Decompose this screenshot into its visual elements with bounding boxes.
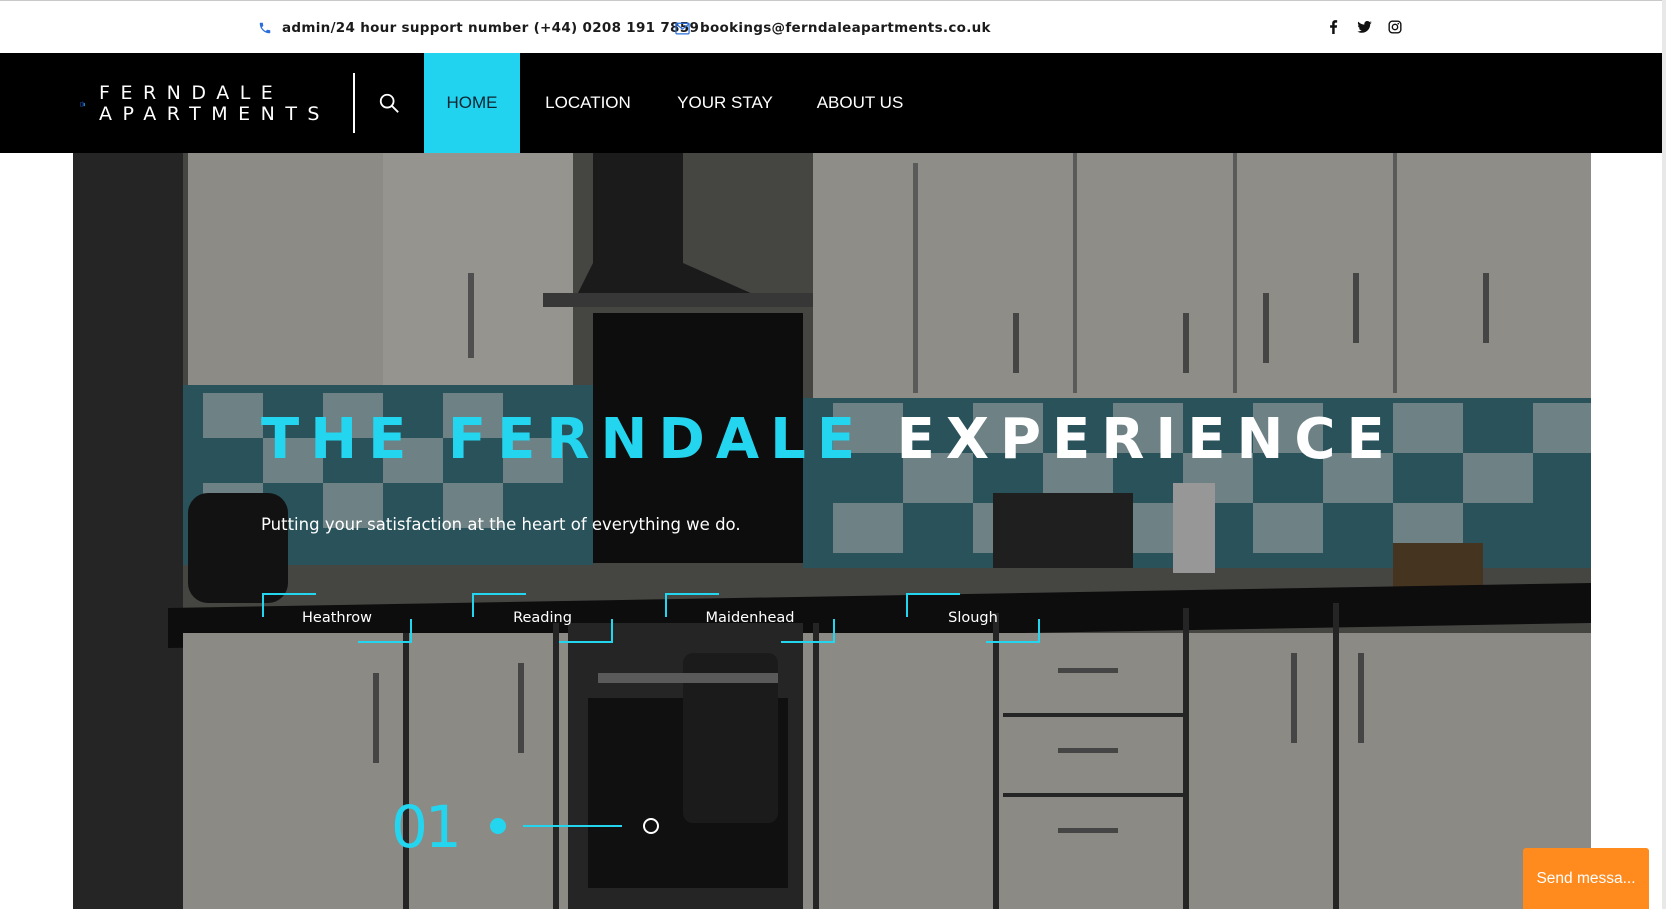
phone-text: admin/24 hour support number (+44) 0208 … [282, 20, 700, 36]
envelope-icon [675, 22, 690, 35]
nav-location[interactable]: LOCATION [538, 53, 638, 153]
slide-dot-active[interactable] [490, 818, 506, 834]
slide-number: 01 [391, 793, 462, 861]
top-contact-bar: admin/24 hour support number (+44) 0208 … [0, 0, 1666, 53]
logo[interactable]: FERNDALE APARTMENTS [80, 73, 330, 135]
twitter-icon[interactable] [1354, 17, 1374, 37]
location-button-reading[interactable]: Reading [472, 593, 613, 643]
nav-home[interactable]: HOME [424, 53, 520, 153]
facebook-icon[interactable] [1323, 17, 1343, 37]
email-contact[interactable]: bookings@ferndaleapartments.co.uk [675, 18, 991, 38]
slide-progress-line [523, 825, 622, 827]
instagram-icon[interactable] [1385, 17, 1405, 37]
nav-your-stay[interactable]: YOUR STAY [672, 53, 778, 153]
location-button-heathrow[interactable]: Heathrow [262, 593, 412, 643]
page-scrollbar[interactable] [1662, 0, 1666, 909]
location-button-maidenhead[interactable]: Maidenhead [665, 593, 835, 643]
hero-headline: THE FERNDALE EXPERIENCE [261, 405, 1396, 475]
phone-icon [258, 21, 272, 35]
phone-contact[interactable]: admin/24 hour support number (+44) 0208 … [258, 18, 699, 38]
search-icon[interactable] [374, 88, 404, 118]
logo-line-2: APARTMENTS [99, 103, 330, 125]
location-button-slough[interactable]: Slough [906, 593, 1040, 643]
headline-accent: THE FERNDALE [261, 407, 867, 472]
send-message-button[interactable]: Send messa... [1523, 848, 1649, 909]
nav-divider [353, 73, 355, 133]
hero-subheading: Putting your satisfaction at the heart o… [261, 515, 741, 534]
email-text: bookings@ferndaleapartments.co.uk [700, 20, 991, 36]
headline-rest: EXPERIENCE [896, 407, 1396, 472]
main-navbar: FERNDALE APARTMENTS HOME LOCATION YOUR S… [0, 53, 1662, 153]
logo-line-1: FERNDALE [99, 82, 284, 104]
nav-about-us[interactable]: ABOUT US [812, 53, 908, 153]
slide-dot-next[interactable] [643, 818, 659, 834]
logo-wordmark: FERNDALE APARTMENTS [99, 83, 330, 125]
hero-slider: THE FERNDALE EXPERIENCE Putting your sat… [73, 153, 1591, 909]
logo-mark-icon [80, 101, 85, 107]
